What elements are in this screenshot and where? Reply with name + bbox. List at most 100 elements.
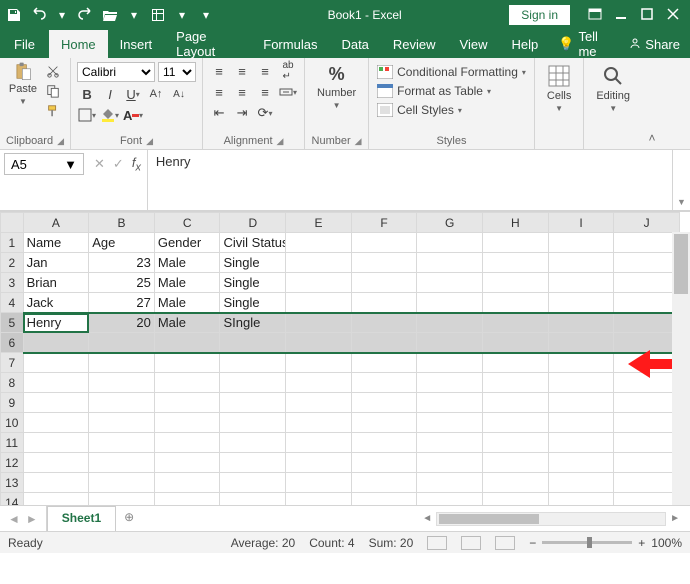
cell[interactable] — [548, 413, 614, 433]
row-header[interactable]: 14 — [1, 493, 24, 506]
horizontal-scrollbar[interactable]: ◄ ► — [142, 506, 690, 531]
cell[interactable] — [23, 373, 89, 393]
cell[interactable] — [154, 453, 220, 473]
cell[interactable] — [89, 413, 155, 433]
increase-font-icon[interactable]: A↑ — [146, 85, 166, 103]
cancel-formula-icon[interactable]: ✕ — [94, 156, 105, 172]
zoom-out-icon[interactable]: − — [529, 536, 536, 550]
cell[interactable] — [286, 413, 352, 433]
italic-button[interactable]: I — [100, 85, 120, 103]
enter-formula-icon[interactable]: ✓ — [113, 156, 124, 172]
cell[interactable] — [614, 293, 680, 313]
column-header[interactable]: G — [417, 213, 483, 233]
editing-button[interactable]: Editing ▼ — [590, 62, 636, 115]
align-left-icon[interactable]: ≡ — [209, 83, 229, 101]
undo-dropdown-icon[interactable]: ▾ — [54, 7, 70, 23]
cell[interactable] — [220, 333, 286, 353]
cell[interactable] — [483, 273, 549, 293]
column-header[interactable]: A — [23, 213, 89, 233]
tab-file[interactable]: File — [0, 30, 49, 58]
cell[interactable]: Male — [154, 293, 220, 313]
cell[interactable] — [548, 313, 614, 333]
increase-indent-icon[interactable]: ⇥ — [232, 104, 252, 122]
column-header[interactable]: F — [351, 213, 417, 233]
cell[interactable]: Male — [154, 273, 220, 293]
border-button[interactable]: ▾ — [77, 106, 97, 124]
cell[interactable] — [548, 333, 614, 353]
merge-center-icon[interactable]: ▾ — [278, 83, 298, 101]
cell[interactable] — [23, 353, 89, 373]
format-as-table-button[interactable]: Format as Table▾ — [375, 83, 493, 99]
close-icon[interactable] — [666, 7, 680, 24]
row-header[interactable]: 6 — [1, 333, 24, 353]
share-button[interactable]: Share — [619, 30, 690, 58]
font-color-button[interactable]: A▾ — [123, 106, 143, 124]
row-header[interactable]: 8 — [1, 373, 24, 393]
row-header[interactable]: 12 — [1, 453, 24, 473]
cell[interactable]: Name — [23, 233, 89, 253]
cell[interactable] — [23, 473, 89, 493]
cell[interactable] — [286, 233, 352, 253]
cell[interactable] — [417, 413, 483, 433]
align-middle-icon[interactable]: ≡ — [232, 62, 252, 80]
cell[interactable] — [351, 233, 417, 253]
cell[interactable] — [89, 333, 155, 353]
cell[interactable] — [483, 453, 549, 473]
cell[interactable] — [220, 393, 286, 413]
underline-button[interactable]: U▾ — [123, 85, 143, 103]
orientation-icon[interactable]: ⟳▾ — [255, 104, 275, 122]
cell-styles-button[interactable]: Cell Styles▾ — [375, 102, 464, 118]
cell[interactable] — [417, 373, 483, 393]
zoom-in-icon[interactable]: + — [638, 536, 645, 550]
row-header[interactable]: 13 — [1, 473, 24, 493]
format-painter-icon[interactable] — [44, 102, 62, 120]
cell[interactable] — [417, 313, 483, 333]
cell[interactable] — [89, 433, 155, 453]
row-header[interactable]: 5 — [1, 313, 24, 333]
select-all-corner[interactable] — [1, 213, 24, 233]
cell[interactable] — [351, 433, 417, 453]
cell[interactable] — [220, 413, 286, 433]
sheet-nav-next-icon[interactable]: ► — [26, 512, 38, 526]
cell[interactable] — [417, 493, 483, 506]
cell[interactable] — [614, 453, 680, 473]
cell[interactable]: Male — [154, 313, 220, 333]
cell[interactable] — [286, 433, 352, 453]
cell[interactable]: Single — [220, 253, 286, 273]
wrap-text-icon[interactable]: ab↵ — [278, 62, 298, 80]
cell[interactable] — [417, 273, 483, 293]
cell[interactable] — [614, 273, 680, 293]
formula-input[interactable]: Henry — [147, 150, 672, 210]
cell[interactable] — [154, 373, 220, 393]
cell[interactable] — [417, 393, 483, 413]
cell[interactable] — [220, 433, 286, 453]
cell[interactable] — [89, 373, 155, 393]
table-icon[interactable] — [150, 7, 166, 23]
tell-me-button[interactable]: 💡 Tell me — [550, 30, 619, 58]
cell[interactable] — [483, 373, 549, 393]
cell[interactable] — [23, 453, 89, 473]
row-header[interactable]: 7 — [1, 353, 24, 373]
cell[interactable] — [220, 353, 286, 373]
dialog-launcher-icon[interactable]: ◢ — [57, 136, 64, 147]
align-right-icon[interactable]: ≡ — [255, 83, 275, 101]
cell[interactable] — [220, 453, 286, 473]
cell[interactable] — [548, 433, 614, 453]
tab-help[interactable]: Help — [500, 30, 551, 58]
cell[interactable]: 20 — [89, 313, 155, 333]
row-header[interactable]: 11 — [1, 433, 24, 453]
expand-formula-bar-icon[interactable]: ▼ — [672, 150, 690, 210]
cell[interactable] — [351, 313, 417, 333]
cell[interactable] — [614, 413, 680, 433]
cell[interactable] — [23, 393, 89, 413]
cell[interactable] — [154, 493, 220, 506]
cell[interactable] — [154, 393, 220, 413]
cell[interactable] — [417, 233, 483, 253]
cell[interactable] — [286, 273, 352, 293]
number-format-button[interactable]: % Number ▼ — [311, 62, 362, 112]
cell[interactable] — [614, 313, 680, 333]
cell[interactable]: SIngle — [220, 313, 286, 333]
column-header[interactable]: I — [548, 213, 614, 233]
cell[interactable] — [483, 333, 549, 353]
conditional-formatting-button[interactable]: Conditional Formatting▾ — [375, 64, 528, 80]
